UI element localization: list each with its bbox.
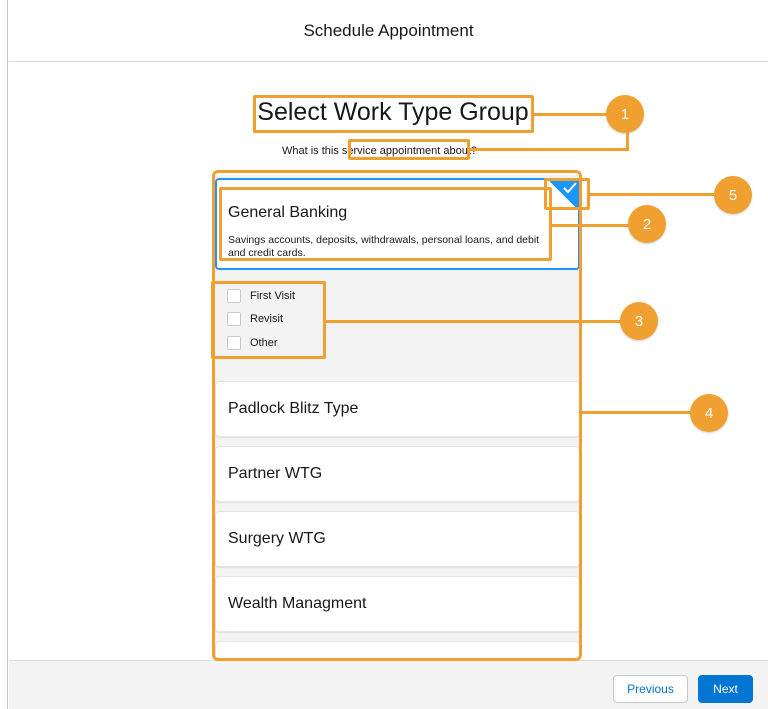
card-title: General Banking	[228, 204, 348, 221]
option-label: First Visit	[250, 290, 296, 302]
previous-button[interactable]: Previous	[613, 675, 688, 703]
annotation-connector	[626, 132, 629, 151]
modal-footer: Previous Next	[9, 660, 768, 709]
window-left-edge	[0, 0, 8, 709]
annotation-connector	[552, 224, 630, 227]
option-label: Other	[250, 337, 278, 349]
selected-check-icon	[546, 178, 580, 212]
option-revisit[interactable]: Revisit	[227, 312, 283, 326]
option-label: Revisit	[250, 313, 284, 325]
checkbox[interactable]	[227, 336, 241, 350]
work-type-group-card[interactable]: Wealth Managment	[215, 576, 580, 632]
work-type-group-card[interactable]: Surgery WTG	[215, 511, 580, 567]
work-type-group-card[interactable]: Partner WTG	[215, 446, 580, 502]
annotation-badge-5: 5	[714, 176, 752, 214]
card-title: Padlock Blitz Type	[228, 400, 359, 417]
checkbox[interactable]	[227, 289, 241, 303]
checkbox[interactable]	[227, 312, 241, 326]
annotation-badge-3: 3	[620, 302, 658, 340]
work-type-group-card-partial[interactable]	[215, 641, 580, 659]
next-button[interactable]: Next	[698, 675, 753, 703]
annotation-connector	[470, 148, 629, 151]
annotation-connector	[582, 411, 692, 414]
modal-title: Schedule Appointment	[303, 20, 474, 40]
card-title: Wealth Managment	[228, 595, 367, 612]
page-subtitle: What is this service appointment about?	[282, 145, 478, 157]
card-title: Partner WTG	[228, 465, 323, 482]
annotation-badge-4: 4	[690, 394, 728, 432]
card-description: Savings accounts, deposits, withdrawals,…	[228, 234, 540, 259]
annotation-connector	[590, 193, 714, 196]
work-type-group-card-selected[interactable]: General Banking Savings accounts, deposi…	[215, 178, 580, 270]
work-type-group-list[interactable]: General Banking Savings accounts, deposi…	[215, 175, 580, 659]
annotation-badge-1: 1	[606, 95, 644, 133]
card-title: Surgery WTG	[228, 530, 326, 547]
annotation-badge-2: 2	[628, 205, 666, 243]
modal-header: Schedule Appointment	[9, 0, 768, 62]
annotation-connector	[534, 113, 610, 116]
annotation-connector	[326, 320, 622, 323]
option-first-visit[interactable]: First Visit	[227, 289, 295, 303]
option-other[interactable]: Other	[227, 336, 278, 350]
page-title: Select Work Type Group	[257, 98, 529, 126]
work-type-group-card[interactable]: Padlock Blitz Type	[215, 381, 580, 437]
